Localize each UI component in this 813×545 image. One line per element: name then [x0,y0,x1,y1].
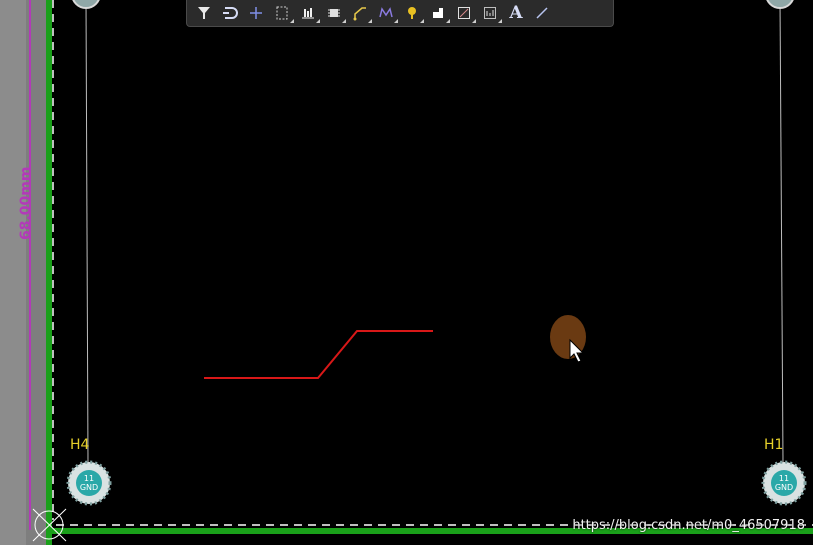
pad-h1-label: 11 GND [772,474,796,492]
designator-h4: H4 [70,437,90,453]
designator-h1: H1 [764,437,784,453]
text-button[interactable]: A [503,1,529,25]
pad-h4-number: 11 [83,474,95,483]
ratsnest-left [85,0,89,463]
dimension-icon [484,7,496,19]
align-icon [302,8,314,19]
pad-h1-number: 11 [778,474,790,483]
differential-pair-icon [379,7,393,18]
interactive-route-icon [353,7,366,21]
cross-cursor-icon [250,7,262,19]
select-rectangle-icon [276,6,288,20]
fill-button[interactable] [425,1,451,25]
track-segment[interactable] [204,330,433,379]
fill-region-icon [433,8,443,18]
align-button[interactable] [295,1,321,25]
polygon-button[interactable] [451,1,477,25]
dimension-label: 68.00mm [18,166,34,240]
pad-top-right[interactable] [766,0,794,9]
pad-top-left[interactable] [72,0,100,9]
polygon-pour-icon [458,7,470,19]
board-outline-left [46,0,52,545]
filter-button[interactable] [191,1,217,25]
cross-button[interactable] [243,1,269,25]
left-margin [0,0,26,545]
line-icon [536,7,548,19]
snap-button[interactable] [217,1,243,25]
via-pin-icon [408,7,416,19]
dimension-button[interactable] [477,1,503,25]
select-button[interactable] [269,1,295,25]
ratsnest-right [779,0,784,463]
route-button[interactable] [347,1,373,25]
snap-magnet-icon [223,7,238,19]
component-button[interactable] [321,1,347,25]
component-icon [328,9,340,17]
pcb-canvas[interactable] [0,0,813,545]
pad-h1-net: GND [774,483,794,492]
diffpair-button[interactable] [373,1,399,25]
filter-icon [198,7,210,19]
line-button[interactable] [529,1,555,25]
pad-h4-net: GND [79,483,99,492]
text-string-icon: A [509,3,523,23]
watermark-url: https://blog.csdn.net/m0_46507918 [572,518,805,533]
pad-h4-label: 11 GND [77,474,101,492]
active-bar-toolbar: A [186,0,614,27]
via-button[interactable] [399,1,425,25]
